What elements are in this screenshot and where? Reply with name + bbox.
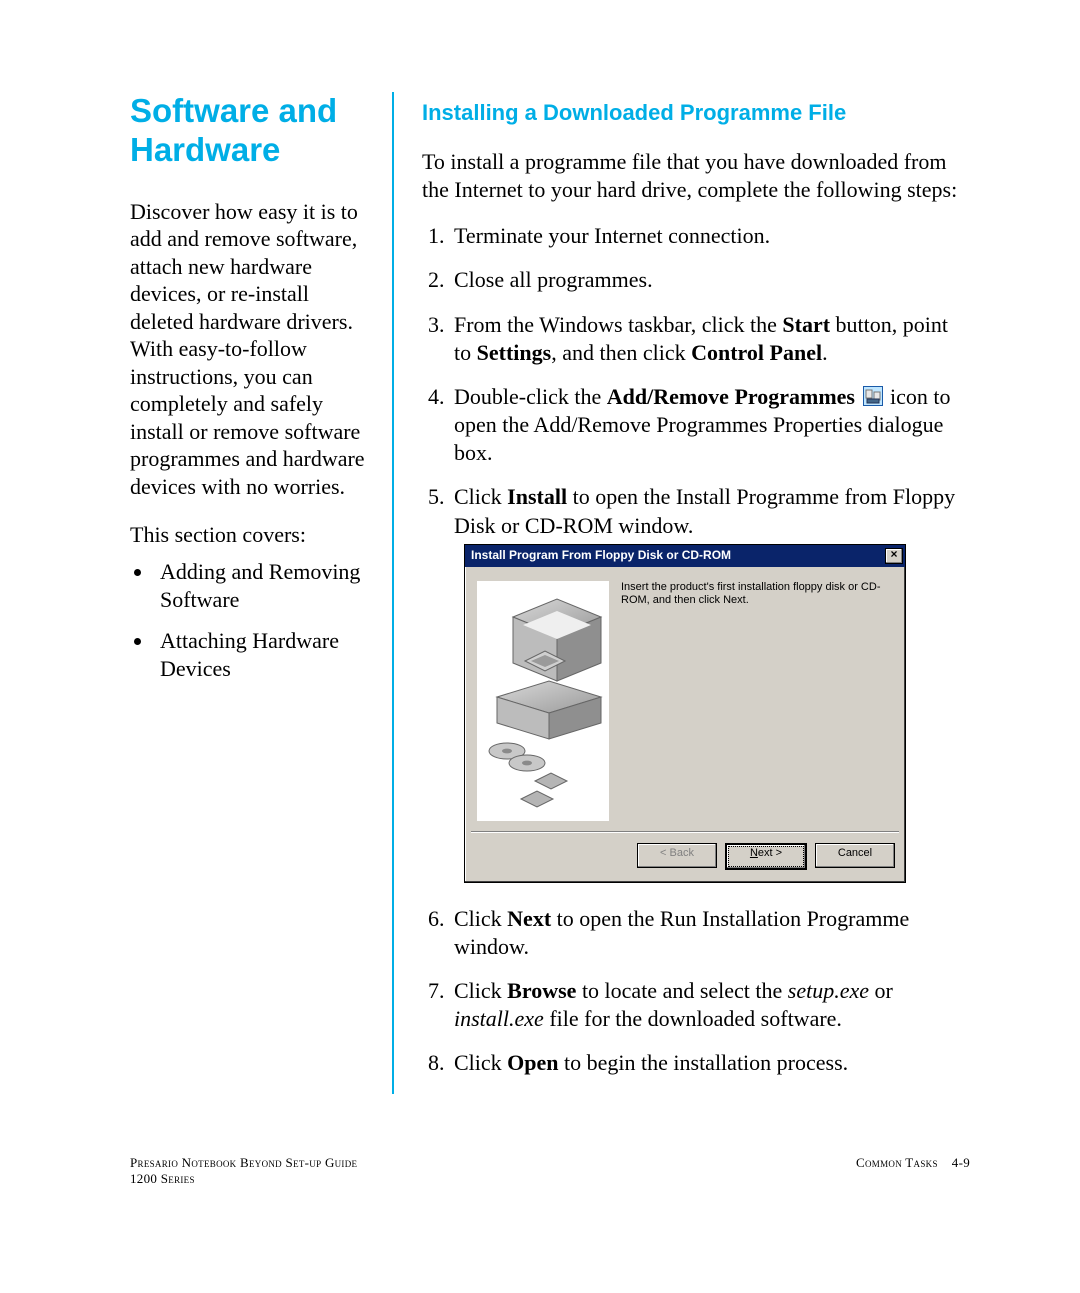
sidebar-covers-label: This section covers: [130,522,370,548]
sidebar-covers-list: Adding and Removing Software Attaching H… [130,558,370,682]
footer-section-name: Common Tasks [856,1155,938,1170]
footer-guide-name: Presario Notebook Beyond Set-up Guide [130,1155,357,1171]
subsection-heading: Installing a Downloaded Programme File [422,100,970,126]
footer-page-number: 4-9 [952,1155,970,1170]
next-button[interactable]: Next > [725,843,807,870]
cancel-button[interactable]: Cancel [815,843,895,868]
dialog-titlebar: Install Program From Floppy Disk or CD-R… [465,545,905,567]
dialog-body-text: Insert the product's first installation … [621,581,893,821]
steps-list: Terminate your Internet connection. Clos… [422,222,970,1077]
list-item: Attaching Hardware Devices [154,627,370,682]
intro-paragraph: To install a programme file that you hav… [422,148,970,204]
page-footer: Presario Notebook Beyond Set-up Guide 12… [130,1155,970,1187]
list-item: Adding and Removing Software [154,558,370,613]
step-2: Close all programmes. [450,266,970,294]
step-3: From the Windows taskbar, click the Star… [450,311,970,367]
step-4: Double-click the Add/Remove Programmes i… [450,383,970,467]
step-1: Terminate your Internet connection. [450,222,970,250]
step-6: Click Next to open the Run Installation … [450,905,970,961]
back-button: < Back [637,843,717,868]
step-5: Click Install to open the Install Progra… [450,483,970,882]
dialog-title: Install Program From Floppy Disk or CD-R… [471,548,885,563]
close-button[interactable]: × [885,548,903,564]
add-remove-programmes-icon [863,386,883,406]
step-7: Click Browse to locate and select the se… [450,977,970,1033]
footer-series: 1200 Series [130,1171,357,1187]
section-title: Software and Hardware [130,92,370,170]
wizard-illustration [477,581,609,821]
step-8: Click Open to begin the installation pro… [450,1049,970,1077]
install-wizard-dialog: Install Program From Floppy Disk or CD-R… [464,544,906,883]
sidebar-intro: Discover how easy it is to add and remov… [130,198,370,501]
